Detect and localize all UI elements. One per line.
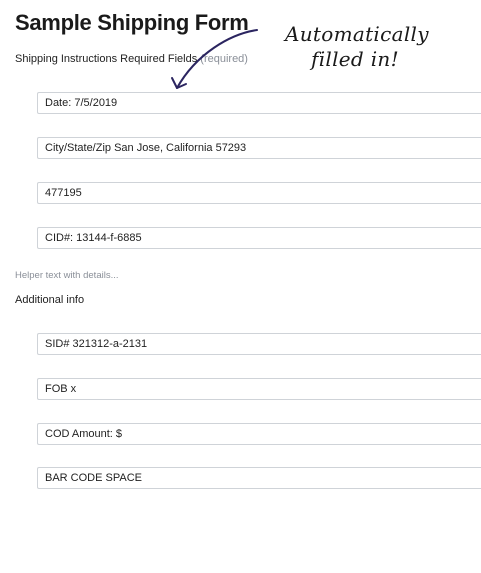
cod-amount-field[interactable] [37,423,481,445]
bar-code-field[interactable] [37,467,481,489]
annotation-line-1: Automatically [285,22,429,46]
helper-text: Helper text with details... [15,270,119,281]
annotation-line-2: filled in! [311,47,399,71]
cid-field[interactable] [37,227,481,249]
number-field[interactable] [37,182,481,204]
annotation-arrow-icon [171,29,258,89]
fob-field[interactable] [37,378,481,400]
additional-info-label: Additional info [15,294,85,306]
city-state-zip-field[interactable] [37,137,481,159]
sid-field[interactable] [37,333,481,355]
